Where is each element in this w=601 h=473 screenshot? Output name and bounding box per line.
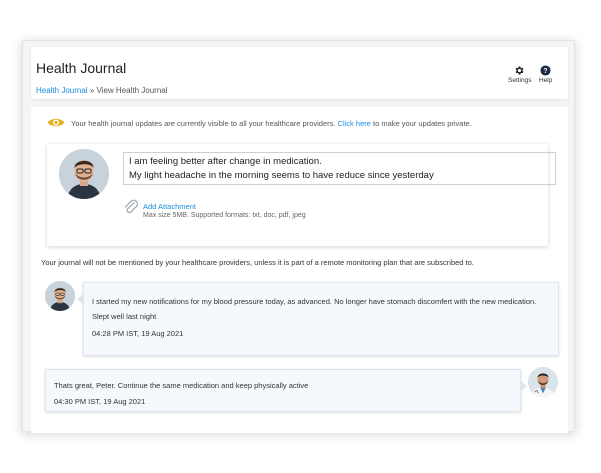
journal-entry-line-2: My light headache in the morning seems t…: [129, 170, 434, 181]
journal-card: Health Journal Health Journal » View Hea…: [22, 40, 575, 433]
help-icon: ?: [540, 65, 551, 76]
paperclip-icon: [124, 199, 138, 214]
patient-message-text: I started my new notifications for my bl…: [92, 297, 537, 321]
patient-message-avatar-image: [45, 281, 75, 311]
eye-icon: [47, 118, 65, 127]
patient-message: I started my new notifications for my bl…: [77, 282, 559, 356]
breadcrumb-separator: »: [89, 86, 95, 95]
page-title: Health Journal: [36, 60, 127, 76]
notice-text-group: Your health journal updates are currentl…: [71, 119, 472, 128]
provider-message-avatar: [528, 367, 558, 397]
help-label: Help: [539, 77, 553, 84]
journal-entry-line-1: I am feeling better after change in medi…: [129, 156, 322, 167]
journal-entry-textarea[interactable]: I am feeling better after change in medi…: [123, 152, 556, 185]
notice-suffix: to make your updates private.: [373, 119, 472, 128]
breadcrumb-health-journal-link[interactable]: Health Journal: [36, 86, 88, 95]
provider-message-text: Thats great, Peter. Continue the same me…: [54, 381, 309, 390]
add-attachment-label[interactable]: Add Attachment: [143, 202, 196, 211]
make-private-link[interactable]: Click here: [338, 119, 371, 128]
provider-message: Thats great, Peter. Continue the same me…: [45, 369, 527, 412]
patient-message-avatar: [45, 281, 75, 311]
settings-label: Settings: [508, 77, 532, 84]
provider-message-timestamp: 04:30 PM IST, 19 Aug 2021: [54, 397, 146, 406]
breadcrumb: Health Journal » View Health Journal: [36, 86, 168, 95]
journal-compose-card: I am feeling better after change in medi…: [47, 144, 556, 246]
gear-icon: [515, 66, 524, 75]
patient-avatar: [59, 149, 109, 199]
svg-text:?: ?: [544, 68, 548, 75]
notice-text: Your health journal updates are currentl…: [71, 119, 336, 128]
patient-avatar-image: [59, 149, 109, 199]
help-button[interactable]: ? Help: [539, 65, 552, 84]
journal-disclaimer: Your journal will not be mentioned by yo…: [41, 258, 474, 267]
page-header: Health Journal Health Journal » View Hea…: [31, 47, 568, 99]
breadcrumb-current: View Health Journal: [96, 86, 168, 95]
journal-body: Your health journal updates are currentl…: [31, 107, 568, 433]
provider-message-avatar-image: [528, 367, 558, 397]
settings-button[interactable]: Settings: [508, 65, 532, 84]
patient-message-timestamp: 04:28 PM IST, 19 Aug 2021: [92, 329, 184, 338]
attachment-hint: Max size 5MB. Supported formats: txt, do…: [143, 212, 306, 219]
